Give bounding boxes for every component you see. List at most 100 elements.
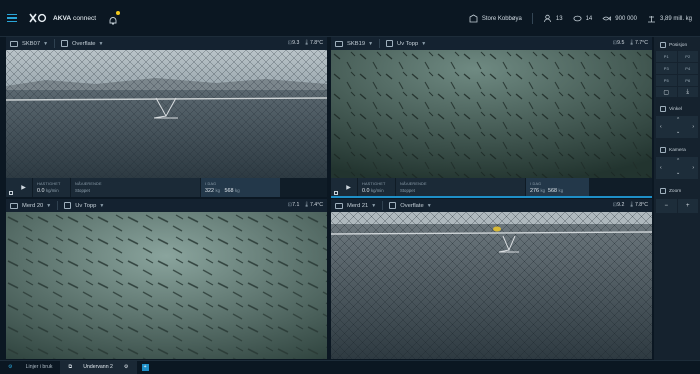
- pane-header: SKB07 ▼ Overflate ▼ ⊡9.3 🌡7.8°C: [6, 37, 327, 50]
- scale-icon: [647, 16, 655, 23]
- site-selector[interactable]: Store Kobbøya: [469, 14, 522, 23]
- download-icon[interactable]: ⤓: [677, 87, 698, 97]
- zoom-out-button[interactable]: −: [656, 199, 677, 213]
- sensor-readout: ⊡7.1 🌡7.4°C: [287, 202, 323, 208]
- camera-icon: [335, 40, 343, 47]
- view-name[interactable]: Overflate: [72, 41, 96, 47]
- chevron-down-icon[interactable]: ▼: [368, 41, 373, 47]
- camera-icon: [660, 147, 666, 153]
- cage-name[interactable]: Merd 20: [22, 203, 43, 209]
- left-arrow-icon[interactable]: ‹: [660, 124, 662, 130]
- gear-icon[interactable]: ⚙: [124, 364, 129, 370]
- camera-icon: [10, 202, 18, 209]
- cage-name[interactable]: SKB07: [22, 41, 40, 47]
- preset-button[interactable]: P4: [677, 63, 698, 74]
- chevron-down-icon[interactable]: ▼: [99, 41, 104, 47]
- camera-icon: [10, 40, 18, 47]
- cage-name[interactable]: Merd 21: [347, 203, 368, 209]
- camera-pane-skb07[interactable]: SKB07 ▼ Overflate ▼ ⊡9.3 🌡7.8°C ▶ HASTIG…: [6, 37, 327, 197]
- app-title: AKVA connect: [53, 14, 97, 22]
- angle-pad[interactable]: ‹ ⌃ ⌄ ›: [656, 116, 698, 138]
- right-arrow-icon[interactable]: ›: [692, 124, 694, 130]
- right-arrow-icon[interactable]: ›: [692, 165, 694, 171]
- active-pane-indicator: [331, 196, 652, 198]
- top-bar: AKVA connect Store Kobbøya 13 14 900 000…: [0, 0, 700, 37]
- chevron-down-icon[interactable]: ▼: [99, 203, 104, 209]
- chevron-down-icon[interactable]: ▼: [371, 203, 376, 209]
- chevron-down-icon[interactable]: ▼: [46, 203, 51, 209]
- play-button[interactable]: ▶: [340, 178, 357, 197]
- preset-button[interactable]: P5: [656, 75, 677, 86]
- pane-header: Merd 21 ▼ Overflate ▼ ⊡9.2 🌡7.8°C: [331, 199, 652, 212]
- feed-today: I DAG 322 kg 568 kg: [200, 178, 280, 197]
- chevron-down-icon[interactable]: ▼: [427, 203, 432, 209]
- angle-header: Vinkel: [654, 103, 700, 115]
- down-arrow-icon[interactable]: ⌄: [676, 170, 680, 176]
- fish-icon: [602, 16, 612, 21]
- preset-button[interactable]: P3: [656, 63, 677, 74]
- position-icon: [660, 42, 666, 48]
- video-feed[interactable]: [6, 50, 327, 178]
- view-icon: [389, 202, 397, 209]
- pane-header: SKB19 ▼ Uv Topp ▼ ⊡9.5 🌡7.7°C: [331, 37, 652, 50]
- fullscreen-icon[interactable]: [331, 178, 340, 197]
- sensor-readout: ⊡9.2 🌡7.8°C: [612, 202, 648, 208]
- ptz-control-panel: Posisjon P1 P2 P3 P4 P5 P6 ▢ ⤓ Vinkel ‹ …: [654, 37, 700, 360]
- up-arrow-icon[interactable]: ⌃: [676, 117, 680, 123]
- akva-logo: [29, 13, 47, 23]
- camera-count: 14: [573, 14, 592, 23]
- camera-grid: SKB07 ▼ Overflate ▼ ⊡9.3 🌡7.8°C ▶ HASTIG…: [0, 37, 652, 360]
- view-name[interactable]: Overflate: [400, 203, 424, 209]
- menu-icon[interactable]: [7, 14, 17, 22]
- view-icon: [386, 40, 394, 47]
- bottom-tab-bar: ⚙ Linjer i bruk ⧉ Undervann 2 ⚙ +: [0, 360, 700, 374]
- view-icon: [61, 40, 69, 47]
- people-count: 13: [543, 14, 563, 23]
- down-arrow-icon[interactable]: ⌄: [676, 129, 680, 135]
- biomass: 3,89 mill. kg: [647, 14, 692, 23]
- building-icon: [469, 14, 478, 23]
- pen-icon: [573, 15, 582, 22]
- camera-pane-skb19[interactable]: SKB19 ▼ Uv Topp ▼ ⊡9.5 🌡7.7°C ▶ HASTIGHE…: [331, 37, 652, 198]
- video-feed[interactable]: [6, 212, 327, 359]
- feeding-controls: ▶ HASTIGHET 0.0 kg/min NÅVÆRENDE Stoppet…: [6, 178, 327, 197]
- zoom-icon: [660, 188, 666, 194]
- feeding-controls: ▶ HASTIGHET 0.0 kg/min NÅVÆRENDE Stoppet…: [331, 178, 652, 197]
- view-name[interactable]: Uv Topp: [397, 41, 418, 47]
- pane-header: Merd 20 ▼ Uv Topp ▼ ⊡7.1 🌡7.4°C: [6, 199, 327, 212]
- camera-pad[interactable]: ‹ ⌃ ⌄ ›: [656, 157, 698, 179]
- fullscreen-icon[interactable]: [6, 178, 15, 197]
- camera-pane-merd20[interactable]: Merd 20 ▼ Uv Topp ▼ ⊡7.1 🌡7.4°C: [6, 199, 327, 359]
- cage-name[interactable]: SKB19: [347, 41, 365, 47]
- position-header: Posisjon: [654, 37, 700, 49]
- camera-pane-merd21[interactable]: Merd 21 ▼ Overflate ▼ ⊡9.2 🌡7.8°C: [331, 199, 652, 359]
- sensor-readout: ⊡9.5 🌡7.7°C: [612, 40, 648, 46]
- tab-undervann-2[interactable]: ⧉ Undervann 2 ⚙: [60, 360, 137, 374]
- layout-icon: ⧉: [68, 363, 73, 370]
- left-arrow-icon[interactable]: ‹: [660, 165, 662, 171]
- up-arrow-icon[interactable]: ⌃: [676, 158, 680, 164]
- fish-count: 900 000: [602, 14, 637, 23]
- stop-icon[interactable]: ▢: [656, 87, 677, 97]
- chevron-down-icon[interactable]: ▼: [43, 41, 48, 47]
- camera-icon: [335, 202, 343, 209]
- preset-button[interactable]: P6: [677, 75, 698, 86]
- bell-icon[interactable]: [108, 11, 121, 25]
- preset-grid: P1 P2 P3 P4 P5 P6: [656, 51, 698, 86]
- notification-dot: [116, 11, 121, 15]
- play-button[interactable]: ▶: [15, 178, 32, 197]
- preset-button[interactable]: P1: [656, 51, 677, 62]
- video-feed[interactable]: [331, 212, 652, 359]
- chevron-down-icon[interactable]: ▼: [421, 41, 426, 47]
- zoom-in-button[interactable]: +: [677, 199, 698, 213]
- preset-button[interactable]: P2: [677, 51, 698, 62]
- settings-icon: ⚙: [8, 364, 13, 370]
- angle-icon: [660, 106, 666, 112]
- video-feed[interactable]: [331, 50, 652, 178]
- tab-linjer-i-bruk[interactable]: ⚙ Linjer i bruk: [0, 361, 60, 374]
- view-name[interactable]: Uv Topp: [75, 203, 96, 209]
- zoom-header: Zoom: [654, 185, 700, 197]
- feed-today: I DAG 276 kg 568 kg: [525, 178, 589, 197]
- add-tab-button[interactable]: +: [141, 363, 149, 371]
- view-icon: [64, 202, 72, 209]
